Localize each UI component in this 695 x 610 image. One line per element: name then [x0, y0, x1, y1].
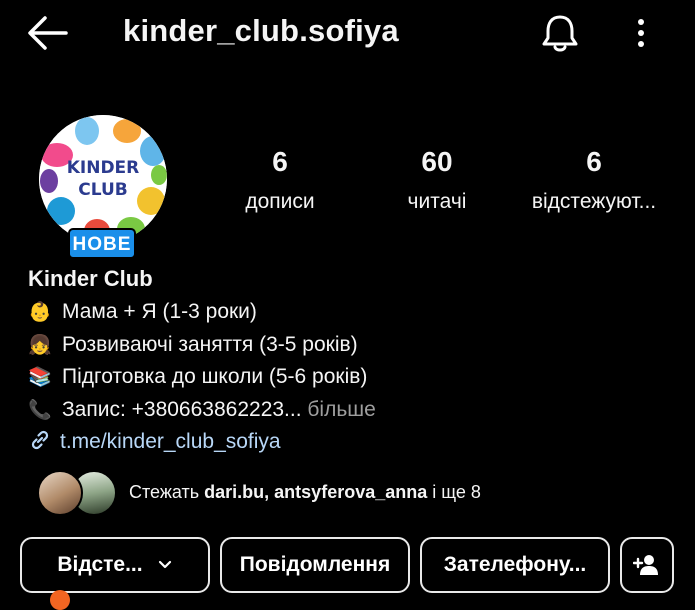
books-icon: 📚	[28, 366, 52, 388]
stat-following-value: 6	[586, 146, 602, 177]
bio-line-text: Підготовка до школи (5-6 років)	[62, 365, 368, 388]
bio-line: 📞 Запис: +380663862223... більше	[28, 394, 678, 427]
call-button-label: Зателефону...	[443, 553, 587, 576]
followed-by-separator: ,	[264, 482, 275, 502]
bio-line: 👧 Розвиваючі заняття (3-5 років)	[28, 329, 678, 362]
add-person-icon	[633, 555, 658, 575]
following-button-label: Відсте...	[57, 553, 143, 576]
message-button[interactable]: Повідомлення	[220, 537, 410, 593]
girl-icon: 👧	[28, 333, 52, 356]
stat-following-label: відстежуют...	[531, 190, 657, 213]
bio-line-text: Розвиваючі заняття (3-5 років)	[62, 332, 358, 356]
followed-by-text: Стежать dari.bu, antsyferova_anna і ще 8	[129, 482, 481, 503]
bell-icon[interactable]	[538, 12, 582, 54]
baby-icon: 👶	[28, 301, 52, 323]
chevron-down-icon	[158, 560, 171, 569]
following-button[interactable]: Відсте...	[20, 537, 210, 593]
back-arrow-icon[interactable]	[26, 14, 68, 52]
bio-line-text: Запис: +380663862223...	[62, 397, 302, 421]
profile-username: kinder_club.sofiya	[123, 13, 399, 48]
call-button[interactable]: Зателефону...	[420, 537, 610, 593]
stat-posts-label: дописи	[245, 190, 315, 213]
stat-posts-value: 6	[272, 146, 288, 177]
profile-avatar[interactable]: KINDER CLUB	[39, 115, 167, 243]
stat-posts[interactable]: 6 дописи	[220, 146, 340, 214]
stat-following[interactable]: 6 відстежуют...	[518, 146, 670, 214]
partial-avatar	[50, 590, 70, 610]
followed-by-suffix: і ще 8	[427, 482, 481, 502]
bio-link-row[interactable]: t.me/kinder_club_sofiya	[28, 426, 678, 459]
add-person-button[interactable]	[620, 537, 674, 593]
stat-followers[interactable]: 60 читачі	[377, 146, 497, 214]
svg-text:KINDER: KINDER	[67, 158, 140, 178]
message-button-label: Повідомлення	[239, 553, 391, 576]
stat-followers-value: 60	[421, 146, 453, 177]
bio-line: 👶 Мама + Я (1-3 роки)	[28, 296, 678, 329]
profile-link[interactable]: t.me/kinder_club_sofiya	[60, 430, 281, 453]
top-bar: kinder_club.sofiya	[0, 0, 695, 66]
more-link[interactable]: більше	[302, 398, 375, 421]
followed-by-prefix: Стежать	[129, 482, 205, 502]
more-options-icon[interactable]	[628, 12, 654, 54]
kinder-club-logo: KINDER CLUB	[39, 115, 167, 243]
bio-line-text: Мама + Я (1-3 роки)	[62, 300, 257, 323]
new-badge: НОВЕ	[68, 228, 136, 259]
follower-avatar	[37, 470, 83, 516]
bio-line: 📚 Підготовка до школи (5-6 років)	[28, 361, 678, 394]
followed-by-row[interactable]: Стежать dari.bu, antsyferova_anna і ще 8	[37, 470, 677, 516]
stat-followers-label: читачі	[407, 190, 467, 213]
profile-bio: Kinder Club 👶 Мама + Я (1-3 роки) 👧 Розвив…	[28, 264, 678, 459]
svg-text:CLUB: CLUB	[78, 180, 127, 200]
followed-by-user: dari.bu	[204, 482, 265, 502]
link-icon	[31, 430, 49, 450]
profile-name: Kinder Club	[28, 266, 153, 291]
followed-by-user: antsyferova_anna	[274, 482, 428, 502]
phone-icon: 📞	[28, 398, 52, 421]
